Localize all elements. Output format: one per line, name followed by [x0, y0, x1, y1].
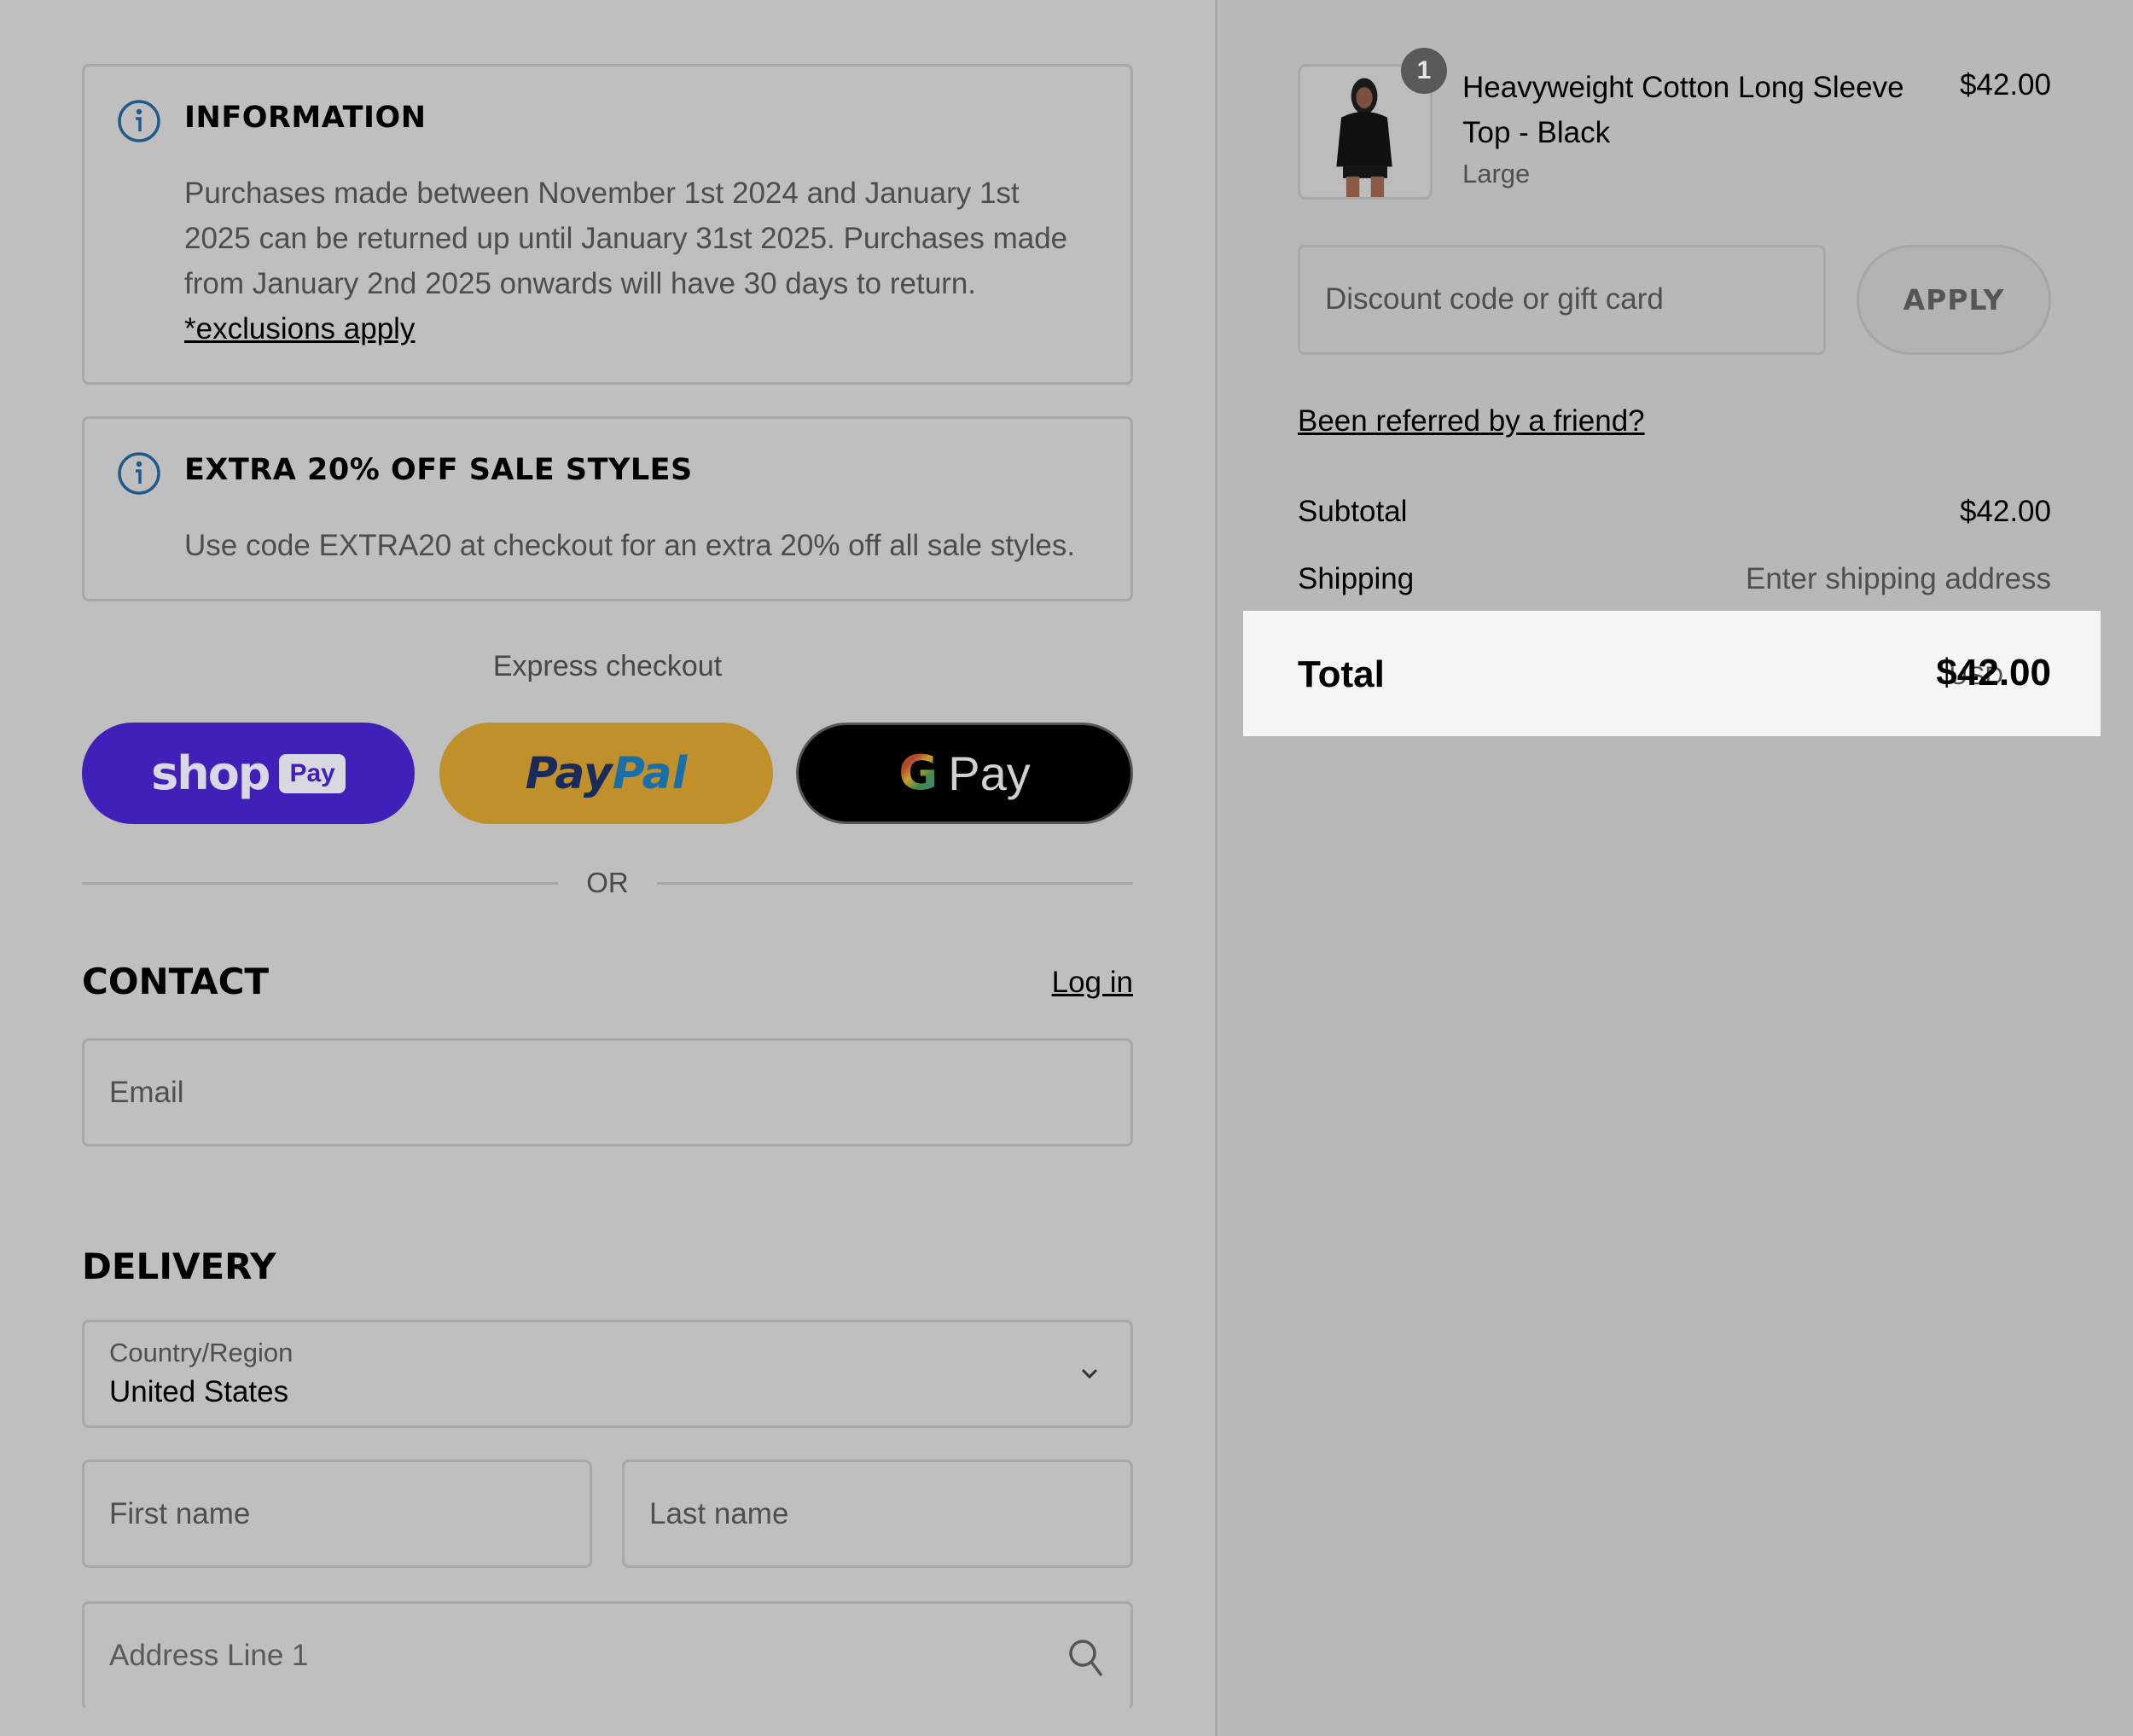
subtotal-value: $42.00 [1959, 495, 2051, 528]
notice-body: Purchases made between November 1st 2024… [184, 171, 1088, 351]
google-pay-button[interactable]: G Pay [796, 723, 1133, 824]
product-title: Heavyweight Cotton Long Sleeve Top - Bla… [1462, 71, 1904, 149]
shipping-value: Enter shipping address [1746, 562, 2051, 595]
product-price: $42.00 [1959, 68, 2051, 102]
delivery-heading: DELIVERY [82, 1245, 276, 1287]
total-label: Total [1298, 653, 1385, 695]
email-placeholder: Email [109, 1076, 184, 1109]
country-region-value: United States [109, 1375, 289, 1408]
paypal-logo-pal: Pal [612, 747, 688, 799]
shop-pay-button[interactable]: shop Pay [82, 723, 415, 824]
notice-body-text: Purchases made between November 1st 2024… [184, 177, 1068, 300]
referral-link[interactable]: Been referred by a friend? [1298, 404, 1645, 438]
last-name-field[interactable]: Last name [622, 1460, 1133, 1568]
chevron-down-icon [1081, 1368, 1098, 1379]
notice-body: Use code EXTRA20 at checkout for an extr… [184, 529, 1076, 562]
apply-discount-button[interactable]: APPLY [1857, 245, 2051, 355]
google-g-icon: G [898, 746, 939, 801]
discount-placeholder: Discount code or gift card [1325, 282, 1664, 316]
google-pay-label: Pay [948, 746, 1031, 800]
info-icon [118, 452, 160, 495]
notice-title: INFORMATION [184, 101, 427, 135]
divider-line-left [82, 882, 558, 885]
first-name-placeholder: First name [109, 1497, 251, 1530]
address-line-1-field[interactable]: Address Line 1 [82, 1601, 1133, 1710]
address-placeholder: Address Line 1 [109, 1639, 309, 1672]
search-icon [1069, 1640, 1103, 1677]
exclusions-link[interactable]: *exclusions apply [184, 312, 415, 345]
information-notice: INFORMATION Purchases made between Novem… [82, 64, 1133, 385]
subtotal-label: Subtotal [1298, 495, 1408, 528]
quantity-badge: 1 [1401, 48, 1447, 94]
express-checkout-label: Express checkout [492, 650, 723, 682]
email-field[interactable]: Email [82, 1038, 1133, 1147]
shop-pay-badge: Pay [279, 753, 346, 793]
notice-title: EXTRA 20% OFF SALE STYLES [184, 453, 693, 487]
login-link[interactable]: Log in [1052, 966, 1133, 1000]
paypal-logo-pay: Pay [525, 747, 613, 799]
divider-line-right [657, 882, 1133, 885]
shipping-label: Shipping [1298, 562, 1415, 595]
country-region-select[interactable]: Country/Region United States [82, 1320, 1133, 1428]
product-variant: Large [1462, 159, 1531, 189]
total-amount: $42.00 [1936, 652, 2051, 694]
last-name-placeholder: Last name [649, 1497, 789, 1530]
paypal-button[interactable]: Pay Pal [439, 723, 773, 824]
first-name-field[interactable]: First name [82, 1460, 592, 1568]
contact-heading: CONTACT [82, 961, 270, 1002]
discount-code-input[interactable]: Discount code or gift card [1298, 245, 1826, 355]
or-separator: OR [586, 867, 629, 898]
info-icon [118, 100, 160, 142]
shop-pay-logo: shop [151, 746, 270, 800]
sale-notice: EXTRA 20% OFF SALE STYLES Use code EXTRA… [82, 416, 1133, 601]
country-region-label: Country/Region [109, 1338, 294, 1367]
